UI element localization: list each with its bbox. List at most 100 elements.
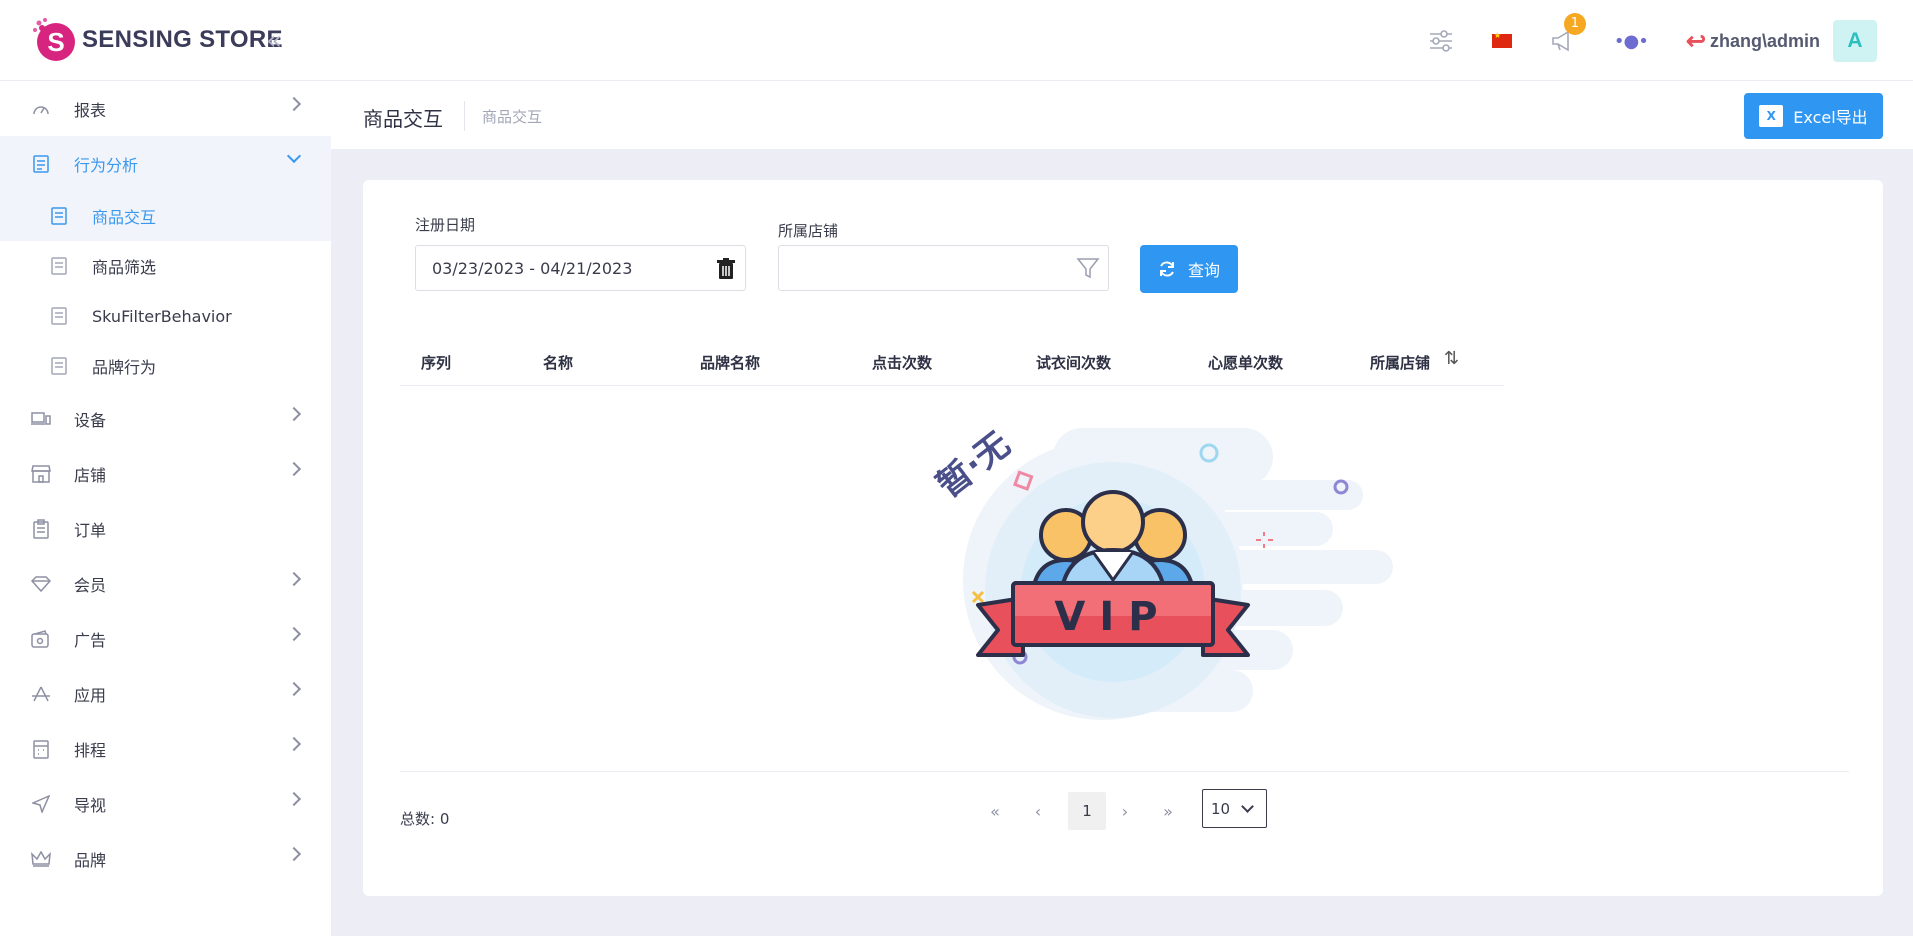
sidebar-item-navigation[interactable]: 导视 xyxy=(0,776,331,831)
china-flag-icon xyxy=(1491,31,1512,48)
sidebar-item-label: 报表 xyxy=(74,100,107,120)
store-select[interactable] xyxy=(778,245,1109,291)
sidebar-item-members[interactable]: 会员 xyxy=(0,556,331,611)
sidebar-subitem-product-filter[interactable]: 商品筛选 xyxy=(0,241,331,291)
more-dots-icon: •●• xyxy=(1613,30,1649,52)
sliders-icon xyxy=(1429,30,1452,52)
query-label: 查询 xyxy=(1187,261,1220,280)
more-options-button[interactable]: •●• xyxy=(1613,30,1649,52)
sidebar-item-label: 应用 xyxy=(74,685,107,705)
date-range-value: 03/23/2023 - 04/21/2023 xyxy=(432,258,633,278)
filter-funnel-icon xyxy=(1076,258,1100,279)
sidebar-subitem-sku-filter-behavior[interactable]: SkuFilterBehavior xyxy=(0,291,331,341)
sidebar: 报表 行为分析 商品交互 商品筛选 SkuFilterBehavior 品牌行为… xyxy=(0,81,331,936)
column-header[interactable]: 点击次数 xyxy=(872,352,932,373)
notifications-button[interactable]: 1 xyxy=(1550,13,1586,53)
chevron-right-icon xyxy=(286,736,302,752)
query-button[interactable]: 查询 xyxy=(1140,245,1238,293)
sidebar-item-apps[interactable]: 应用 xyxy=(0,666,331,721)
breadcrumb[interactable]: 商品交互 xyxy=(482,106,542,127)
user-name: zhang\admin xyxy=(1709,30,1820,51)
trash-icon[interactable] xyxy=(717,258,735,280)
excel-export-label: Excel导出 xyxy=(1793,108,1868,127)
chevron-right-icon xyxy=(286,681,302,697)
double-chevron-left-icon: « xyxy=(266,26,282,56)
sidebar-subitem-brand-behavior[interactable]: 品牌行为 xyxy=(0,341,331,391)
store-icon xyxy=(30,463,52,485)
chevron-right-icon xyxy=(286,846,302,862)
notification-count-badge: 1 xyxy=(1563,13,1586,35)
top-bar: S SENSING STORE « 1 •●• xyxy=(0,0,1913,81)
chevron-down-icon xyxy=(1241,800,1254,813)
first-page-button[interactable]: « xyxy=(985,792,1005,830)
calendar-icon xyxy=(30,738,52,760)
sidebar-item-label: 排程 xyxy=(74,740,107,760)
sidebar-item-devices[interactable]: 设备 xyxy=(0,391,331,446)
column-header[interactable]: 试衣间次数 xyxy=(1036,352,1111,373)
chevron-right-icon xyxy=(286,461,302,477)
brand-logo-mark: S xyxy=(30,16,78,64)
sidebar-item-label: 订单 xyxy=(74,520,107,540)
content-card: 注册日期 03/23/2023 - 04/21/2023 所属店铺 查询 序列 … xyxy=(363,180,1883,896)
next-page-button[interactable]: › xyxy=(1115,792,1135,830)
brand-name: SENSING STORE xyxy=(82,26,283,53)
excel-icon: X xyxy=(1759,105,1784,127)
sidebar-item-stores[interactable]: 店铺 xyxy=(0,446,331,501)
sidebar-item-brands[interactable]: 品牌 xyxy=(0,831,331,886)
sidebar-subitem-label: 品牌行为 xyxy=(92,358,157,377)
brand-logo[interactable]: S SENSING STORE xyxy=(30,16,283,64)
vip-badge-text: VIP xyxy=(1054,594,1171,640)
logout-arrow-icon: ↩ xyxy=(1685,27,1706,55)
sidebar-item-reports[interactable]: 报表 xyxy=(0,81,331,136)
column-header[interactable]: 心愿单次数 xyxy=(1208,352,1283,373)
sidebar-item-label: 导视 xyxy=(74,795,107,815)
user-menu[interactable]: ↩ zhang\admin A xyxy=(1686,20,1877,62)
last-page-button[interactable]: » xyxy=(1158,792,1178,830)
svg-text:S: S xyxy=(47,27,64,57)
chevron-right-icon xyxy=(286,571,302,587)
sort-arrows-icon[interactable]: ⇅ xyxy=(1444,348,1459,369)
table-footer-divider xyxy=(400,771,1849,772)
sidebar-subitem-product-interaction[interactable]: 商品交互 xyxy=(0,191,331,241)
crown-icon xyxy=(30,848,52,870)
devices-icon xyxy=(30,408,52,430)
chevron-right-icon xyxy=(286,626,302,642)
language-switch[interactable] xyxy=(1491,31,1512,48)
refresh-icon xyxy=(1159,261,1174,277)
page-number-button[interactable]: 1 xyxy=(1068,792,1106,830)
excel-export-button[interactable]: X Excel导出 xyxy=(1744,93,1883,139)
header-divider xyxy=(464,101,465,131)
page-size-value: 10 xyxy=(1211,799,1231,818)
prev-page-button[interactable]: ‹ xyxy=(1028,792,1048,830)
sidebar-item-label: 品牌 xyxy=(74,850,107,870)
sidebar-subitem-label: SkuFilterBehavior xyxy=(92,306,232,326)
sidebar-subitem-label: 商品交互 xyxy=(92,208,157,227)
sidebar-item-label: 行为分析 xyxy=(74,155,139,175)
sidebar-item-orders[interactable]: 订单 xyxy=(0,501,331,556)
sidebar-item-behavior-analysis[interactable]: 行为分析 xyxy=(0,136,331,191)
sidebar-item-label: 会员 xyxy=(74,575,107,595)
document-icon xyxy=(30,153,52,175)
sidebar-item-schedule[interactable]: 排程 xyxy=(0,721,331,776)
sidebar-collapse-button[interactable]: « xyxy=(266,26,282,56)
chevron-down-icon xyxy=(286,148,302,164)
store-filter-label: 所属店铺 xyxy=(778,222,839,240)
double-chevron-left-icon: « xyxy=(990,801,1000,821)
table-header: 序列 名称 品牌名称 点击次数 试衣间次数 心愿单次数 所属店铺 ⇅ xyxy=(400,340,1504,386)
page-size-select[interactable]: 10 xyxy=(1202,789,1267,828)
column-header[interactable]: 所属店铺 xyxy=(1370,352,1430,373)
double-chevron-right-icon: » xyxy=(1163,801,1173,821)
diamond-icon xyxy=(30,573,52,595)
settings-sliders-button[interactable] xyxy=(1428,28,1454,54)
clipboard-icon xyxy=(30,518,52,540)
chevron-right-icon xyxy=(286,96,302,112)
sidebar-item-ads[interactable]: 广告 xyxy=(0,611,331,666)
avatar[interactable]: A xyxy=(1833,20,1877,62)
column-header[interactable]: 品牌名称 xyxy=(700,352,760,373)
chevron-left-icon: ‹ xyxy=(1034,801,1042,821)
document-icon xyxy=(51,307,67,325)
total-count: 总数: 0 xyxy=(400,810,450,828)
column-header[interactable]: 序列 xyxy=(421,352,451,373)
column-header[interactable]: 名称 xyxy=(543,352,573,373)
date-range-input[interactable]: 03/23/2023 - 04/21/2023 xyxy=(415,245,746,291)
